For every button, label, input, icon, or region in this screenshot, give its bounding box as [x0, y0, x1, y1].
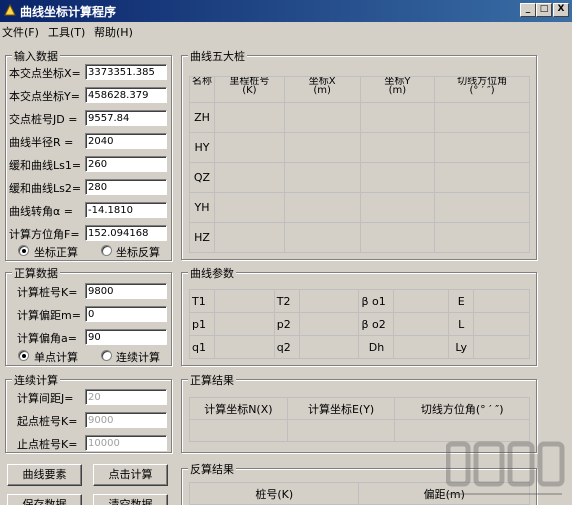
minimize-button[interactable]: _ [520, 3, 536, 17]
start-station-input[interactable] [85, 412, 167, 428]
header-inverse-station: 桩号(K) [188, 482, 360, 505]
table-row: q1 q2 Dh Ly [189, 335, 530, 359]
label-jd-x: 本交点坐标X= [9, 67, 81, 80]
menu-tools[interactable]: 工具(T) [48, 24, 85, 40]
save-data-button[interactable]: 保存数据 [7, 494, 82, 505]
close-button[interactable]: X [553, 3, 569, 17]
header-coord-y: 坐标Y (m) [359, 76, 436, 103]
label-start-station: 起点桩号K= [17, 415, 78, 428]
label-jd-y: 本交点坐标Y= [9, 90, 80, 103]
header-station: 里程桩号 (K) [214, 76, 285, 103]
header-calc-e: 计算坐标E(Y) [286, 397, 396, 420]
table-row: T1 T2 β o1 E [189, 289, 530, 313]
deflection-input[interactable] [85, 202, 167, 218]
row-label-hz: HZ [189, 222, 215, 253]
curve-params-table: T1 T2 β o1 E p1 p2 β o2 L q1 q2 Dh Ly [189, 289, 530, 359]
calc-station-input[interactable] [85, 283, 167, 299]
group-title-five-piles: 曲线五大桩 [188, 48, 247, 64]
jd-x-input[interactable] [85, 64, 167, 80]
header-tangent-azimuth: 切线方位角 (° ′ ″) [434, 76, 530, 103]
group-title-curve-params: 曲线参数 [188, 265, 236, 281]
maximize-button[interactable]: □ [536, 3, 552, 17]
window-title: 曲线坐标计算程序 [20, 5, 117, 19]
param-t2: T2 [273, 289, 300, 313]
menu-bar: 文件(F) 工具(T) 帮助(H) [0, 22, 572, 40]
label-end-station: 止点桩号K= [17, 438, 78, 451]
interval-input[interactable] [85, 389, 167, 405]
clear-data-button[interactable]: 清空数据 [93, 494, 168, 505]
param-t1: T1 [189, 289, 215, 313]
radio-inverse-calc[interactable] [101, 245, 112, 256]
point-calc-button[interactable]: 点击计算 [93, 464, 168, 486]
table-row: HZ [189, 222, 530, 253]
table-row: ZH [189, 102, 530, 133]
param-q2: q2 [273, 335, 300, 359]
radio-single-calc[interactable] [18, 350, 29, 361]
label-deflection: 曲线转角α = [9, 205, 73, 218]
label-single-calc: 单点计算 [34, 351, 78, 364]
calc-offset-input[interactable] [85, 306, 167, 322]
label-forward-calc: 坐标正算 [34, 246, 78, 259]
label-calc-angle: 计算偏角a= [17, 332, 77, 345]
jd-station-input[interactable] [85, 110, 167, 126]
label-ls2: 缓和曲线Ls2= [9, 182, 82, 195]
curve-elements-button[interactable]: 曲线要素 [7, 464, 82, 486]
label-interval: 计算间距J= [17, 392, 74, 405]
header-name: 名称 [189, 76, 215, 103]
param-p2: p2 [273, 312, 300, 336]
label-inverse-calc: 坐标反算 [116, 246, 160, 259]
calc-angle-input[interactable] [85, 329, 167, 345]
group-title-continuous: 连续计算 [12, 372, 60, 388]
param-e: E [448, 289, 475, 313]
app-icon [4, 3, 16, 16]
label-azimuth: 计算方位角F= [9, 228, 80, 241]
label-continuous-calc: 连续计算 [116, 351, 160, 364]
forward-result-table: 计算坐标N(X) 计算坐标E(Y) 切线方位角(° ′ ″) [189, 397, 530, 442]
row-label-qz: QZ [189, 162, 215, 193]
group-title-forward: 正算数据 [12, 265, 60, 281]
group-title-forward-result: 正算结果 [188, 372, 236, 388]
title-bar: 曲线坐标计算程序 _ □ X [0, 0, 572, 22]
menu-file[interactable]: 文件(F) [2, 24, 39, 40]
five-piles-table: 名称 里程桩号 (K) 坐标X (m) 坐标Y (m) 切线方位角 (° ′ ″… [189, 76, 530, 253]
end-station-input[interactable] [85, 435, 167, 451]
param-beta-o1: β o1 [358, 289, 395, 313]
ls2-input[interactable] [85, 179, 167, 195]
radio-continuous-calc[interactable] [101, 350, 112, 361]
group-title-inverse-result: 反算结果 [188, 461, 236, 477]
row-label-yh: YH [189, 192, 215, 223]
param-beta-o2: β o2 [358, 312, 395, 336]
row-label-zh: ZH [189, 102, 215, 133]
param-l: L [448, 312, 475, 336]
label-jd-station: 交点桩号JD = [9, 113, 78, 126]
jd-y-input[interactable] [85, 87, 167, 103]
table-row: p1 p2 β o2 L [189, 312, 530, 336]
row-label-hy: HY [189, 132, 215, 163]
download-site-watermark-logo [446, 441, 565, 495]
menu-help[interactable]: 帮助(H) [94, 24, 133, 40]
header-coord-x: 坐标X (m) [283, 76, 361, 103]
param-q1: q1 [189, 335, 215, 359]
table-row: HY [189, 132, 530, 163]
label-ls1: 缓和曲线Ls1= [9, 159, 82, 172]
param-dh: Dh [358, 335, 395, 359]
param-ly: Ly [448, 335, 475, 359]
table-row: QZ [189, 162, 530, 193]
azimuth-input[interactable] [85, 225, 167, 241]
header-calc-n: 计算坐标N(X) [189, 397, 288, 420]
table-row: YH [189, 192, 530, 223]
header-result-azimuth: 切线方位角(° ′ ″) [394, 397, 530, 420]
ls1-input[interactable] [85, 156, 167, 172]
label-radius: 曲线半径R = [9, 136, 74, 149]
label-calc-station: 计算桩号K= [17, 286, 78, 299]
group-title-input: 输入数据 [12, 48, 60, 64]
radio-forward-calc[interactable] [18, 245, 29, 256]
param-p1: p1 [189, 312, 215, 336]
radius-input[interactable] [85, 133, 167, 149]
label-calc-offset: 计算偏距m= [17, 309, 81, 322]
